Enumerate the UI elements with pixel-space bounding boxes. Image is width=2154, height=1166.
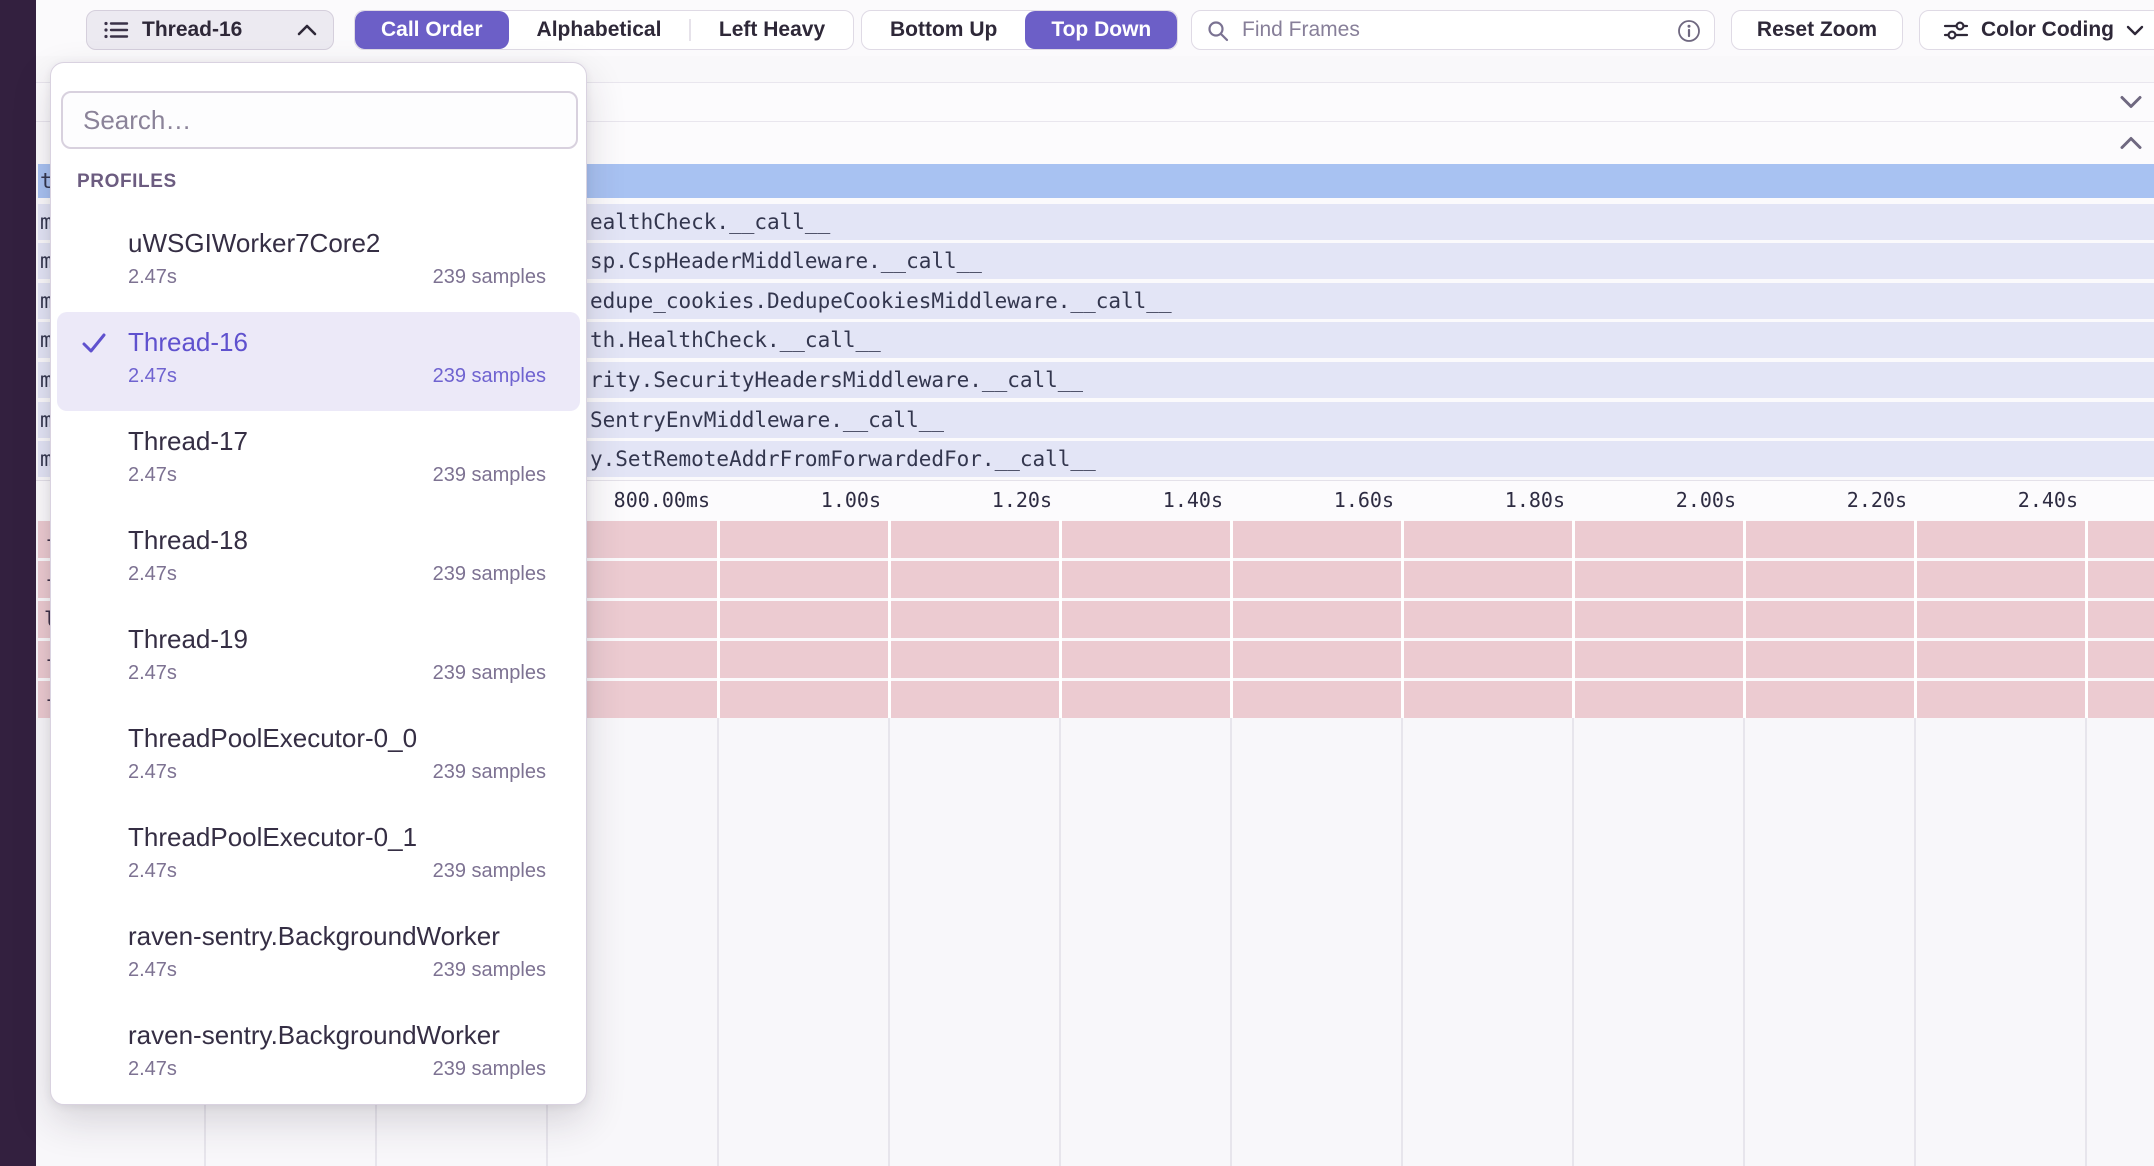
profiles-list: uWSGIWorker7Core2 2.47s 239 samples Threa…: [51, 213, 586, 1104]
thread-selector-button[interactable]: Thread-16: [86, 10, 334, 50]
axis-tick: 1.80s: [1405, 488, 1565, 512]
chevron-down-icon: [2120, 96, 2142, 109]
direction-segmented-control: Bottom Up Top Down: [861, 10, 1178, 50]
profiles-section-label: PROFILES: [77, 171, 177, 193]
bottom-up-label: Bottom Up: [890, 18, 997, 42]
axis-tick: 2.20s: [1747, 488, 1907, 512]
profile-option-selected[interactable]: Thread-16 2.47s 239 samples: [57, 312, 580, 411]
profile-duration: 2.47s: [128, 464, 177, 487]
chevron-up-icon: [297, 24, 317, 36]
profile-option[interactable]: Thread-17 2.47s 239 samples: [57, 411, 580, 510]
frame-label: y.SetRemoteAddrFromForwardedFor.__call__: [590, 441, 1096, 477]
find-frames-search: [1191, 10, 1715, 50]
profile-name: raven-sentry.BackgroundWorker: [128, 921, 546, 951]
profile-option[interactable]: raven-sentry.BackgroundWorker 2.47s 239 s…: [57, 1005, 580, 1104]
axis-tick: 1.40s: [1063, 488, 1223, 512]
profile-duration: 2.47s: [128, 662, 177, 685]
profile-duration: 2.47s: [128, 761, 177, 784]
profile-samples: 239 samples: [433, 266, 546, 289]
collapse-panel-button[interactable]: [2120, 137, 2142, 150]
bottom-up-button[interactable]: Bottom Up: [862, 11, 1025, 49]
profile-name: Thread-19: [128, 624, 546, 654]
profile-option[interactable]: Thread-19 2.47s 239 samples: [57, 609, 580, 708]
profile-duration: 2.47s: [128, 563, 177, 586]
sort-left-heavy-label: Left Heavy: [719, 18, 825, 42]
sort-call-order-label: Call Order: [381, 18, 483, 42]
reset-zoom-label: Reset Zoom: [1757, 18, 1877, 42]
chevron-down-icon: [2126, 25, 2144, 36]
profile-duration: 2.47s: [128, 266, 177, 289]
frame-label: rity.SecurityHeadersMiddleware.__call__: [590, 362, 1083, 398]
reset-zoom-button[interactable]: Reset Zoom: [1731, 10, 1903, 50]
profile-option[interactable]: ThreadPoolExecutor-0_0 2.47s 239 samples: [57, 708, 580, 807]
profile-samples: 239 samples: [433, 365, 546, 388]
frame-label: th.HealthCheck.__call__: [590, 322, 881, 358]
axis-tick: 1.60s: [1234, 488, 1394, 512]
axis-tick: 2.40s: [1918, 488, 2078, 512]
frame-label: ealthCheck.__call__: [590, 204, 830, 240]
color-coding-label: Color Coding: [1981, 18, 2114, 42]
color-coding-button[interactable]: Color Coding: [1919, 10, 2154, 50]
profile-name: Thread-18: [128, 525, 546, 555]
axis-tick: 1.20s: [892, 488, 1052, 512]
profile-duration: 2.47s: [128, 959, 177, 982]
thread-dropdown-panel: PROFILES uWSGIWorker7Core2 2.47s 239 samp…: [50, 62, 587, 1105]
sort-alphabetical-label: Alphabetical: [537, 18, 662, 42]
profile-option[interactable]: Thread-18 2.47s 239 samples: [57, 510, 580, 609]
frame-label: SentryEnvMiddleware.__call__: [590, 402, 944, 438]
profile-duration: 2.47s: [128, 860, 177, 883]
top-down-label: Top Down: [1051, 18, 1151, 42]
profile-name: Thread-17: [128, 426, 546, 456]
profile-samples: 239 samples: [433, 761, 546, 784]
expand-panel-button[interactable]: [2120, 96, 2142, 109]
sort-segmented-control: Call Order Alphabetical Left Heavy: [354, 10, 854, 50]
profile-name: raven-sentry.BackgroundWorker: [128, 1020, 546, 1050]
axis-tick: 2.00s: [1576, 488, 1736, 512]
profile-option[interactable]: raven-sentry.BackgroundWorker 2.47s 239 s…: [57, 906, 580, 1005]
dropdown-search-input[interactable]: [61, 91, 578, 149]
chevron-up-icon: [2120, 137, 2142, 150]
check-icon: [81, 332, 107, 354]
sliders-icon: [1943, 19, 1969, 41]
find-frames-input[interactable]: [1192, 11, 1714, 49]
frame-label: edupe_cookies.DedupeCookiesMiddleware.__…: [590, 283, 1172, 319]
sort-call-order-button[interactable]: Call Order: [355, 11, 509, 49]
profile-name: ThreadPoolExecutor-0_0: [128, 723, 546, 753]
profile-samples: 239 samples: [433, 959, 546, 982]
profile-name: ThreadPoolExecutor-0_1: [128, 822, 546, 852]
profile-option[interactable]: uWSGIWorker7Core2 2.47s 239 samples: [57, 213, 580, 312]
profile-samples: 239 samples: [433, 1058, 546, 1081]
sort-left-heavy-button[interactable]: Left Heavy: [691, 11, 853, 49]
toolbar: Thread-16 Call Order Alphabetical Left H…: [36, 0, 2154, 56]
profile-name: Thread-16: [128, 327, 546, 357]
profile-duration: 2.47s: [128, 1058, 177, 1081]
profile-option[interactable]: ThreadPoolExecutor-0_1 2.47s 239 samples: [57, 807, 580, 906]
profile-samples: 239 samples: [433, 662, 546, 685]
profile-duration: 2.47s: [128, 365, 177, 388]
thread-selector-label: Thread-16: [142, 18, 242, 42]
frame-label: sp.CspHeaderMiddleware.__call__: [590, 243, 982, 279]
app-sidebar: [0, 0, 36, 1166]
info-icon[interactable]: [1677, 19, 1701, 43]
profiler-flamegraph-view: t m ealthCheck.__call__ m sp.CspHeaderMi…: [0, 0, 2154, 1166]
axis-tick: 1.00s: [721, 488, 881, 512]
list-icon: [103, 19, 129, 41]
top-down-button[interactable]: Top Down: [1025, 11, 1177, 49]
sort-alphabetical-button[interactable]: Alphabetical: [509, 11, 690, 49]
profile-samples: 239 samples: [433, 563, 546, 586]
profile-samples: 239 samples: [433, 464, 546, 487]
profile-samples: 239 samples: [433, 860, 546, 883]
profile-name: uWSGIWorker7Core2: [128, 228, 546, 258]
